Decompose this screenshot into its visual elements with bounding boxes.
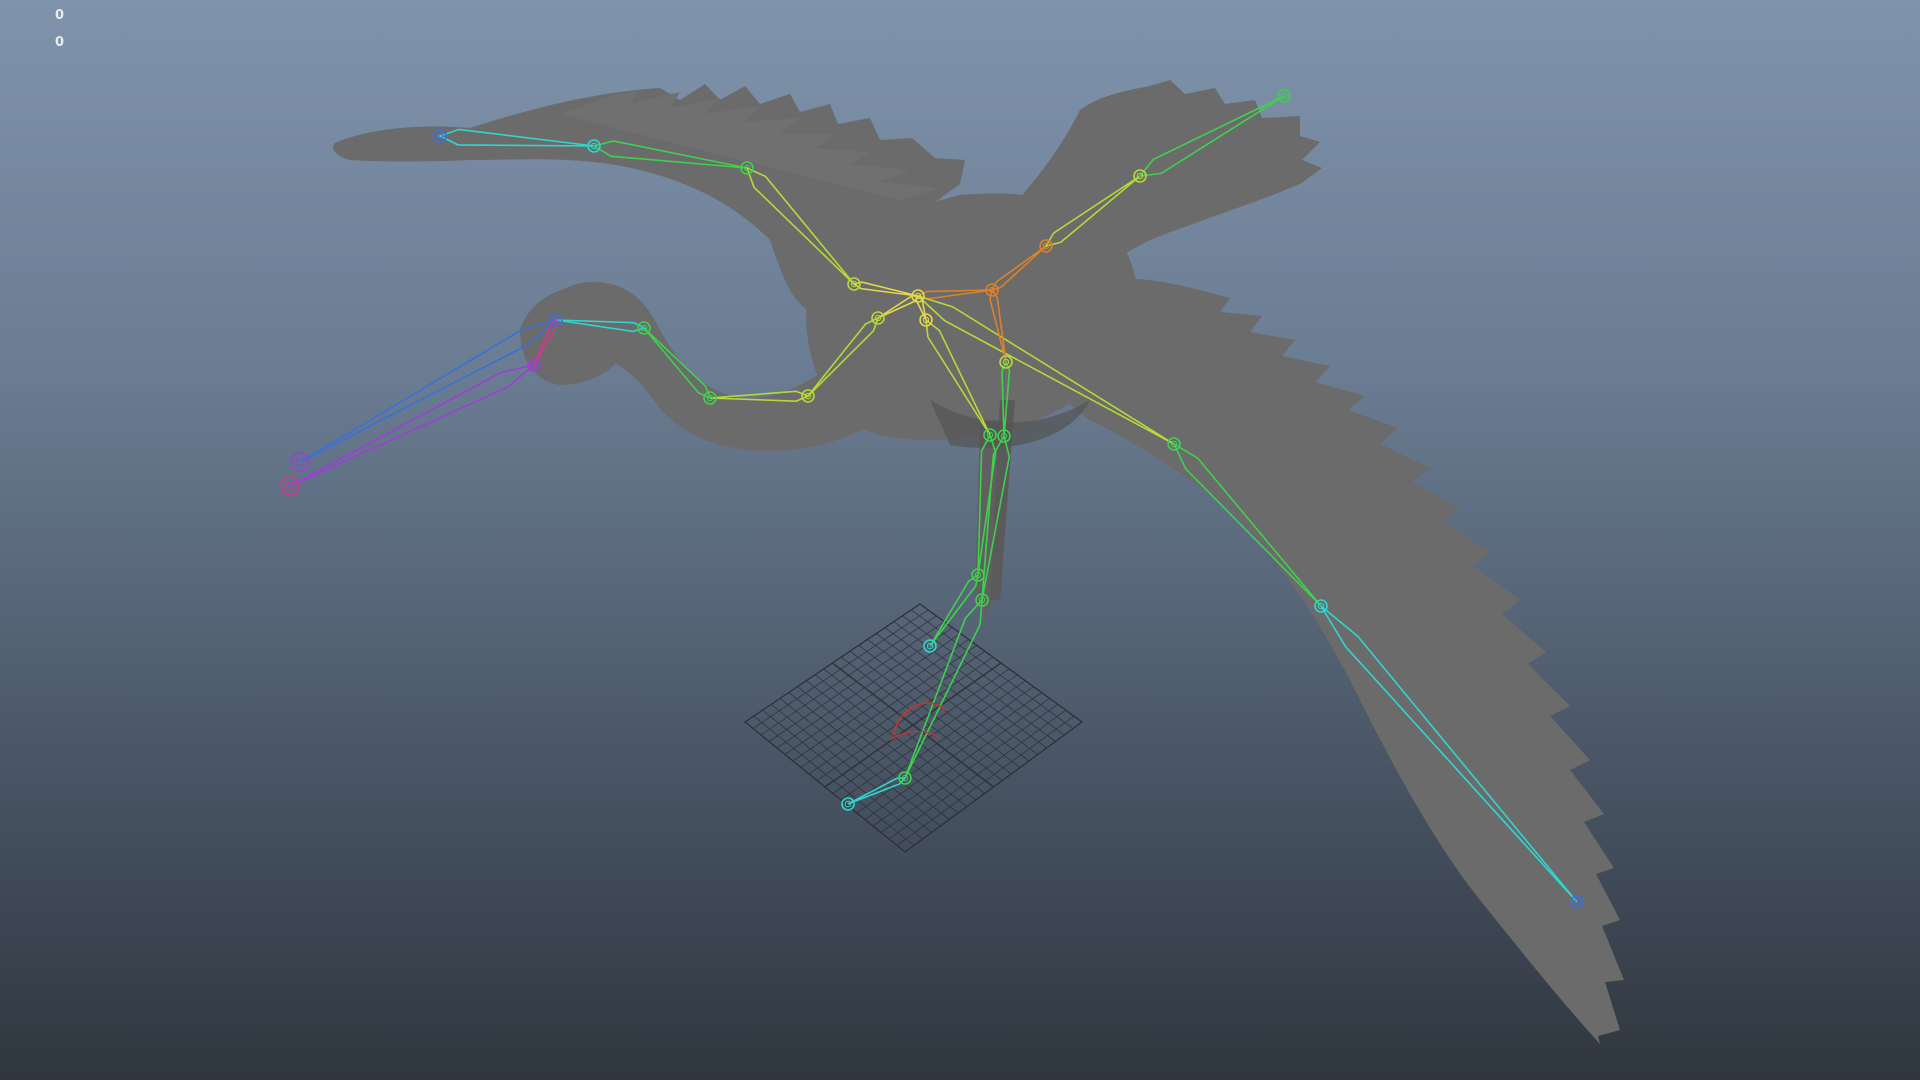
- rig-bone[interactable]: [929, 573, 980, 647]
- ground-grid-lines: [752, 609, 1075, 846]
- 3d-viewport[interactable]: 0 0: [0, 0, 1920, 1080]
- hud-counter-bottom: 0: [55, 35, 65, 50]
- rig-bone[interactable]: [299, 319, 557, 463]
- rig-bone[interactable]: [289, 364, 535, 487]
- hud-overlay: 0 0: [0, 0, 120, 60]
- ground-grid-plane: [743, 603, 1084, 853]
- hud-counter-top: 0: [55, 8, 65, 23]
- right-lower-wing-mesh[interactable]: [1030, 278, 1624, 1044]
- viewport-canvas[interactable]: [0, 0, 1920, 1080]
- ground-grid: [743, 603, 1084, 853]
